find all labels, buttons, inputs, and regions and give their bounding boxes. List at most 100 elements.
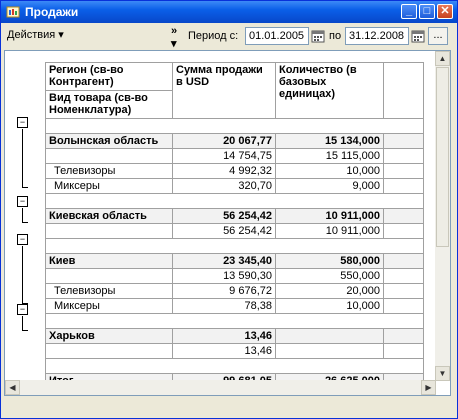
group-tick [22,330,28,331]
vertical-scrollbar[interactable]: ▲ ▼ [435,51,450,381]
toolbar-overflow-icon[interactable]: » ▾ [171,25,177,50]
sales-report-table: Регион (св-во Контрагент) Сумма продажи … [45,62,424,389]
sum-cell: 78,38 [172,298,276,314]
calendar-icon[interactable] [411,28,425,44]
pad-cell [383,133,424,149]
calendar-icon[interactable] [311,28,325,44]
region-cell: Киевская область [45,208,173,224]
collapse-group-kyiv-button[interactable]: − [17,234,28,245]
group-line [22,316,23,330]
qty-cell: 10,000 [275,163,384,179]
actions-label: Действия [7,29,56,41]
group-row[interactable]: Харьков 13,46 [45,328,424,344]
region-cell: Киев [45,253,173,269]
window-app-icon [6,6,20,18]
qty-cell: 10 911,000 [275,223,384,239]
pad-cell [383,163,424,179]
qty-cell: 10,000 [275,298,384,314]
close-button[interactable]: ✕ [437,4,453,19]
table-row[interactable]: Миксеры 320,70 9,000 [45,178,424,194]
header-pad [383,62,424,119]
sum-cell: 14 754,75 [172,148,276,164]
collapse-group-kharkiv-button[interactable]: − [17,304,28,315]
sum-cell: 4 992,32 [172,163,276,179]
sum-cell: 9 676,72 [172,283,276,299]
table-row[interactable]: Миксеры 78,38 10,000 [45,298,424,314]
region-cell: Харьков [45,328,173,344]
product-cell [45,343,173,359]
scroll-up-icon[interactable]: ▲ [435,51,450,66]
pad-cell [383,253,424,269]
gap-row [45,238,424,254]
maximize-button[interactable]: □ [419,4,435,19]
sum-cell: 13,46 [172,328,276,344]
qty-cell [275,328,384,344]
table-row[interactable]: 14 754,75 15 115,000 [45,148,424,164]
sum-header: Сумма продажи в USD [172,62,276,119]
sales-window: Продажи _ □ ✕ Действия ▾ » ▾ Период с: 01… [0,0,458,419]
qty-cell: 550,000 [275,268,384,284]
sum-cell: 13 590,30 [172,268,276,284]
product-cell [45,148,173,164]
qty-cell [275,343,384,359]
gap-row [45,358,424,374]
product-header: Вид товара (св-во Номенклатура) [45,90,173,119]
pad-cell [383,223,424,239]
minimize-icon: _ [405,5,413,17]
group-row[interactable]: Киевская область 56 254,42 10 911,000 [45,208,424,224]
product-cell: Миксеры [45,178,173,194]
region-cell: Волынская область [45,133,173,149]
table-row[interactable]: 13 590,30 550,000 [45,268,424,284]
sum-cell: 23 345,40 [172,253,276,269]
horizontal-scrollbar[interactable]: ◀ ▶ [5,380,436,395]
date-to-field[interactable]: 31.12.2008 [345,27,409,45]
product-cell: Телевизоры [45,163,173,179]
scroll-right-icon[interactable]: ▶ [421,380,436,395]
pad-cell [383,343,424,359]
toolbar: Действия ▾ » ▾ Период с: 01.01.2005 по 31… [1,24,457,50]
title-bar[interactable]: Продажи _ □ ✕ [1,1,457,23]
header-row: Регион (св-во Контрагент) Сумма продажи … [45,62,424,119]
period-select-button[interactable]: ... [428,27,448,45]
table-row[interactable]: Телевизоры 9 676,72 20,000 [45,283,424,299]
period-to-label: по [329,30,342,42]
grouping-outline: − − − − [13,111,33,395]
product-cell: Телевизоры [45,283,173,299]
qty-cell: 15 115,000 [275,148,384,164]
sum-cell: 56 254,42 [172,223,276,239]
group-line [22,129,23,187]
table-row[interactable]: 13,46 [45,343,424,359]
qty-cell: 9,000 [275,178,384,194]
minimize-button[interactable]: _ [401,4,417,19]
pad-cell [383,268,424,284]
collapse-group-kyiv-region-button[interactable]: − [17,196,28,207]
sum-cell: 20 067,77 [172,133,276,149]
qty-cell: 20,000 [275,283,384,299]
qty-cell: 580,000 [275,253,384,269]
group-line [22,246,23,303]
qty-cell: 10 911,000 [275,208,384,224]
group-row[interactable]: Киев 23 345,40 580,000 [45,253,424,269]
pad-cell [383,208,424,224]
date-from-field[interactable]: 01.01.2005 [245,27,309,45]
group-row[interactable]: Волынская область 20 067,77 15 134,000 [45,133,424,149]
group-tick [22,222,28,223]
pad-cell [383,328,424,344]
sum-cell: 56 254,42 [172,208,276,224]
product-cell [45,268,173,284]
scroll-left-icon[interactable]: ◀ [5,380,20,395]
table-row[interactable]: Телевизоры 4 992,32 10,000 [45,163,424,179]
report-spreadsheet[interactable]: − − − − Регион (св-во Контрагент) Сумма … [4,50,451,396]
maximize-icon: □ [423,5,431,17]
scroll-down-icon[interactable]: ▼ [435,366,450,381]
product-cell: Миксеры [45,298,173,314]
dropdown-arrow-icon: ▾ [58,29,64,41]
table-row[interactable]: 56 254,42 10 911,000 [45,223,424,239]
collapse-group-volyn-button[interactable]: − [17,117,28,128]
vertical-scroll-thumb[interactable] [436,67,449,247]
actions-menu-button[interactable]: Действия ▾ [7,28,64,41]
group-line [22,208,23,222]
pad-cell [383,178,424,194]
close-icon: ✕ [440,5,450,17]
gap-row [45,118,424,134]
